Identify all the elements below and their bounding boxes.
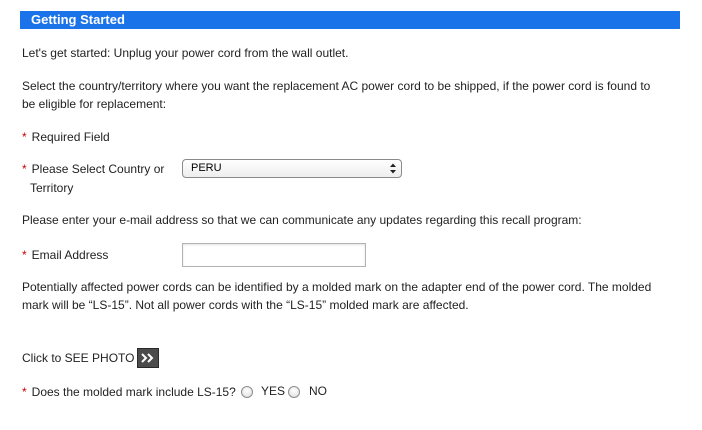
country-label-line2: Territory [30, 181, 74, 195]
required-field-note: * Required Field [22, 128, 110, 146]
getting-started-header: Getting Started [20, 11, 680, 29]
required-field-label: Required Field [31, 130, 110, 144]
see-photo-label: Click to SEE PHOTO [22, 351, 135, 365]
info-line1: Potentially affected power cords can be … [22, 280, 652, 294]
intro-text: Let's get started: Unplug your power cor… [22, 46, 349, 60]
double-chevron-right-icon [141, 353, 154, 363]
country-instructions-line1: Select the country/territory where you w… [22, 79, 651, 93]
required-asterisk: * [22, 130, 27, 144]
select-arrows-icon [390, 163, 396, 174]
country-label: * Please Select Country or [22, 160, 164, 178]
radio-no-label: NO [309, 384, 327, 398]
radio-yes-label: YES [261, 384, 286, 398]
email-field[interactable] [182, 243, 366, 267]
country-selected-value: PERU [191, 162, 222, 174]
email-prompt: Please enter your e-mail address so that… [22, 213, 582, 227]
email-label: * Email Address [22, 246, 108, 264]
info-line2: mark will be “LS-15”. Not all power cord… [22, 298, 469, 312]
email-label-text: Email Address [31, 248, 109, 262]
required-asterisk: * [22, 162, 27, 176]
country-select[interactable]: PERU [182, 159, 402, 178]
country-label-line1: Please Select Country or [31, 162, 165, 176]
required-asterisk: * [22, 248, 27, 262]
ls15-question-label: Does the molded mark include LS-15? [31, 385, 236, 399]
radio-no[interactable] [288, 386, 300, 398]
required-asterisk: * [22, 385, 27, 399]
ls15-question: * Does the molded mark include LS-15? [22, 383, 236, 401]
country-instructions-line2: be eligible for replacement: [22, 97, 167, 111]
header-title: Getting Started [31, 12, 125, 27]
radio-yes[interactable] [241, 386, 253, 398]
see-photo-button[interactable] [137, 348, 159, 368]
